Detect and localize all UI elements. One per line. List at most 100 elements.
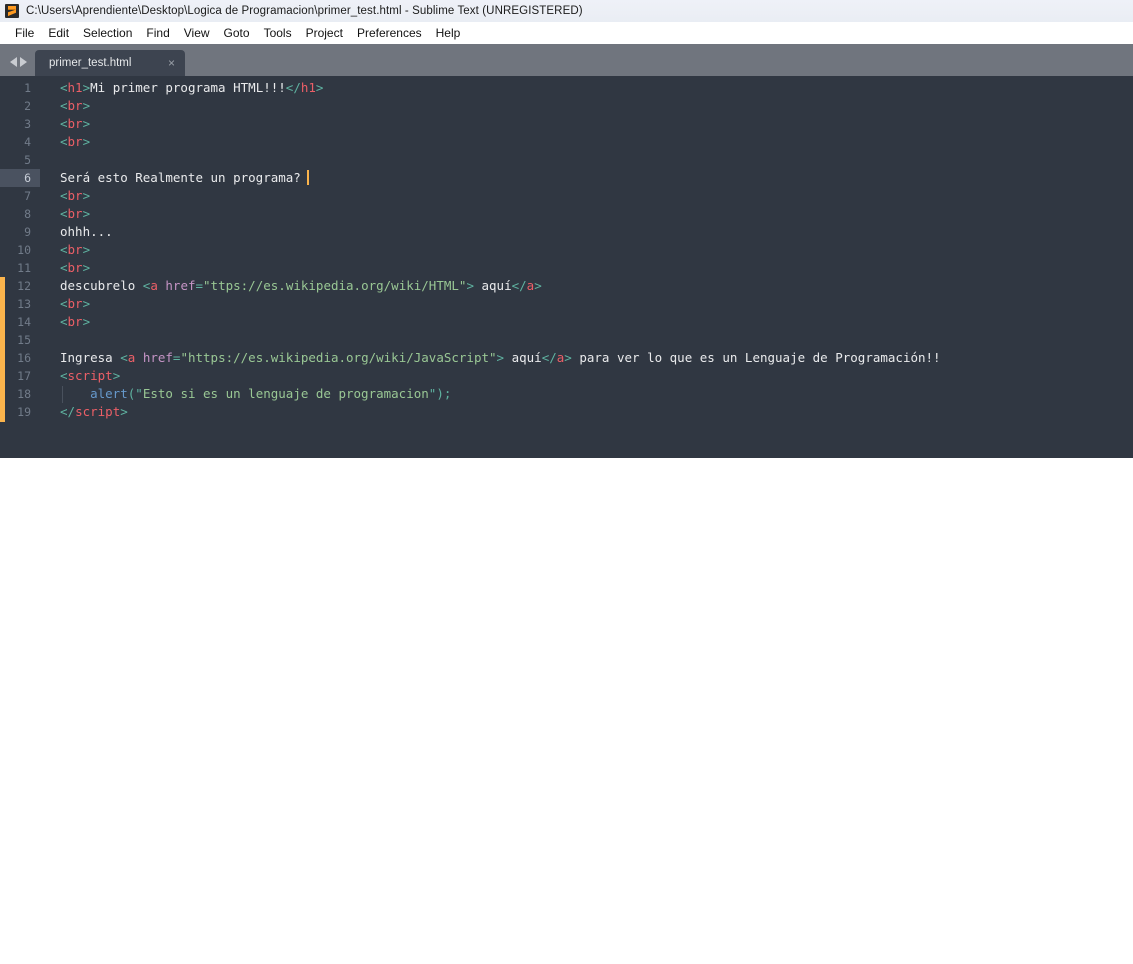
token-punct: < [60, 368, 68, 383]
token-punct: > [315, 80, 324, 95]
token-tag: script [75, 404, 121, 419]
menu-item-help[interactable]: Help [429, 24, 468, 42]
token-tag: script [67, 368, 113, 383]
menu-item-file[interactable]: File [8, 24, 41, 42]
menubar: File Edit Selection Find View Goto Tools Projec… [0, 22, 1133, 44]
token-punct: > [82, 134, 91, 149]
code-line-13[interactable]: 13 <br> [0, 295, 1133, 313]
line-number-1: 1 [24, 81, 31, 95]
code-line-content-3: <br> [40, 115, 90, 133]
tab-navigation [0, 57, 35, 76]
sublime-text-logo-icon [5, 4, 19, 18]
token-punct: < [60, 134, 68, 149]
line-number-2: 2 [24, 99, 31, 113]
code-line-8[interactable]: 8 <br> [0, 205, 1133, 223]
token-punct: < [60, 314, 68, 329]
line-number-16: 16 [17, 351, 31, 365]
window-titlebar: C:\Users\Aprendiente\Desktop\Logica de P… [0, 0, 1133, 22]
token-punct: > [82, 296, 91, 311]
code-line-7[interactable]: 7 <br> [0, 187, 1133, 205]
token-punct: < [60, 242, 68, 257]
code-line-content-12: descubrelo <a href="ttps://es.wikipedia.… [40, 277, 542, 295]
tabbar: primer_test.html × [0, 44, 1133, 76]
code-line-15[interactable]: 15 [0, 331, 1133, 349]
token-attr: href [142, 350, 173, 365]
line-number-18: 18 [17, 387, 31, 401]
line-number-8: 8 [24, 207, 31, 221]
code-line-18[interactable]: 18 alert("Esto si es un lenguaje de prog… [0, 385, 1133, 403]
token-punct: > [534, 278, 542, 293]
token-punct: </ [285, 80, 301, 95]
token-punct: > [82, 260, 91, 275]
token-punct: < [60, 80, 68, 95]
token-plain: aquí [473, 278, 512, 293]
code-line-content-6: Será esto Realmente un programa? [40, 169, 309, 187]
code-line-16[interactable]: 16 Ingresa <a href="https://es.wikipedia.… [0, 349, 1133, 367]
code-line-6[interactable]: 6 Será esto Realmente un programa? [0, 169, 1133, 187]
token-punct: > [564, 350, 572, 365]
empty-area-below-editor [0, 458, 1133, 964]
code-line-19[interactable]: 19 </script> [0, 403, 1133, 421]
menu-item-edit[interactable]: Edit [41, 24, 76, 42]
menu-item-view[interactable]: View [177, 24, 217, 42]
close-icon[interactable]: × [168, 57, 175, 69]
code-line-content-1: <h1>Mi primer programa HTML!!!</h1> [40, 79, 323, 97]
token-punct: > [112, 368, 121, 383]
menu-item-goto[interactable]: Goto [217, 24, 257, 42]
code-line-3[interactable]: 3 <br> [0, 115, 1133, 133]
menu-item-project[interactable]: Project [299, 24, 350, 42]
token-punct: < [60, 116, 68, 131]
token-plain: para ver lo que es un Lenguaje de Progra… [571, 350, 941, 365]
code-line-14[interactable]: 14 <br> [0, 313, 1133, 331]
code-line-1[interactable]: 1 <h1>Mi primer programa HTML!!!</h1> [0, 79, 1133, 97]
line-number-17: 17 [17, 369, 31, 383]
code-line-17[interactable]: 17 <script> [0, 367, 1133, 385]
token-plain: Ingresa [60, 350, 121, 365]
code-line-4[interactable]: 4 <br> [0, 133, 1133, 151]
code-line-12[interactable]: 12 descubrelo <a href="ttps://es.wikipedi… [0, 277, 1133, 295]
token-tag: br [67, 260, 83, 275]
token-tag: br [67, 242, 83, 257]
code-line-5[interactable]: 5 [0, 151, 1133, 169]
code-line-content-2: <br> [40, 97, 90, 115]
code-line-10[interactable]: 10 <br> [0, 241, 1133, 259]
code-line-content-17: <script> [40, 367, 120, 385]
menu-item-tools[interactable]: Tools [257, 24, 299, 42]
token-string: Esto si es un lenguaje de programacion [142, 386, 429, 401]
token-tag: br [67, 206, 83, 221]
token-string: "https://es.wikipedia.org/wiki/JavaScrip… [180, 350, 497, 365]
chevron-left-icon[interactable] [10, 57, 17, 67]
token-plain: Mi primer programa HTML!!! [90, 80, 286, 95]
code-line-11[interactable]: 11 <br> [0, 259, 1133, 277]
window-title: C:\Users\Aprendiente\Desktop\Logica de P… [26, 5, 583, 17]
token-punct: < [60, 296, 68, 311]
token-punct: > [496, 350, 505, 365]
indent-guide [62, 386, 63, 403]
token-tag: a [150, 278, 158, 293]
menu-item-find[interactable]: Find [139, 24, 176, 42]
code-line-content-10: <br> [40, 241, 90, 259]
code-line-content-9: ohhh... [40, 223, 113, 241]
token-punct: < [60, 98, 68, 113]
code-line-9[interactable]: 9 ohhh... [0, 223, 1133, 241]
code-line-2[interactable]: 2 <br> [0, 97, 1133, 115]
line-number-5: 5 [24, 153, 31, 167]
menu-item-selection[interactable]: Selection [76, 24, 139, 42]
token-punct: </ [541, 350, 557, 365]
line-number-4: 4 [24, 135, 31, 149]
editor-tab-primer-test-html[interactable]: primer_test.html × [35, 50, 185, 76]
line-number-19: 19 [17, 405, 31, 419]
chevron-right-icon[interactable] [20, 57, 27, 67]
line-number-14: 14 [17, 315, 31, 329]
code-line-content-18: alert("Esto si es un lenguaje de program… [40, 385, 451, 403]
token-punct: > [82, 98, 91, 113]
token-punct: > [82, 206, 91, 221]
token-punct: </ [511, 278, 527, 293]
menu-item-preferences[interactable]: Preferences [350, 24, 429, 42]
code-editor[interactable]: 1 <h1>Mi primer programa HTML!!!</h1> 2 <br… [0, 76, 1133, 458]
line-number-13: 13 [17, 297, 31, 311]
token-punct: ; [443, 386, 452, 401]
token-punct: ) [436, 386, 444, 401]
code-line-content-16: Ingresa <a href="https://es.wikipedia.or… [40, 349, 941, 367]
